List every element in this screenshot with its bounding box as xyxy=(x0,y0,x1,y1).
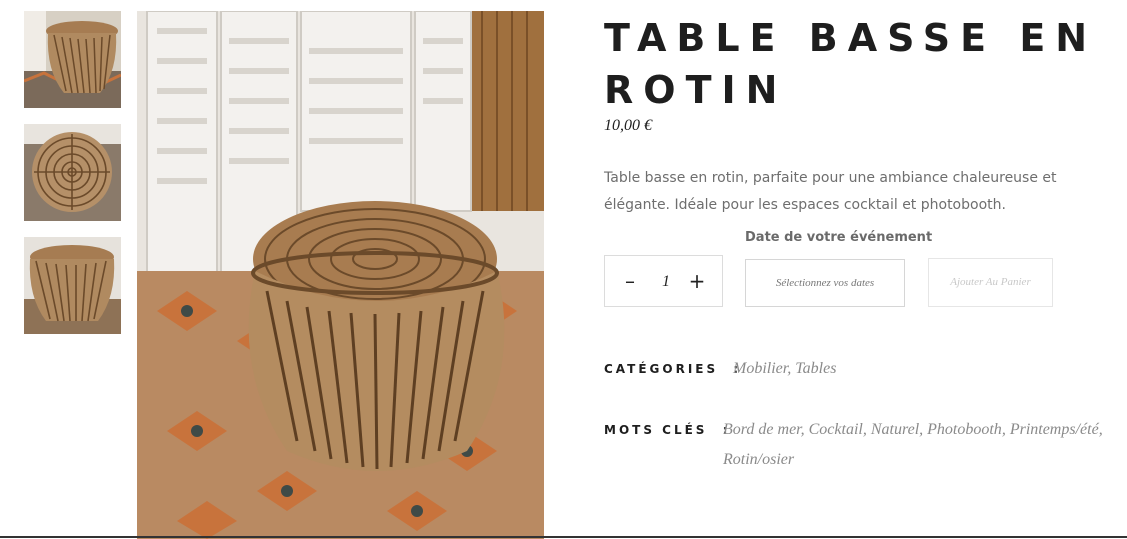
rattan-table-photo xyxy=(137,11,544,539)
quantity-plus-button[interactable]: + xyxy=(685,267,709,295)
add-to-cart-button[interactable]: Ajouter Au Panier xyxy=(928,258,1053,307)
bottom-divider xyxy=(0,536,1127,538)
tag-link-cocktail[interactable]: Cocktail xyxy=(809,421,863,438)
categories-label-text: CATÉGORIES xyxy=(604,362,719,376)
select-dates-button[interactable]: Sélectionnez vos dates xyxy=(745,259,905,307)
thumbnail-3[interactable] xyxy=(24,237,121,334)
thumbnail-2[interactable] xyxy=(24,124,121,221)
category-link-mobilier[interactable]: Mobilier xyxy=(733,360,787,377)
categories-list: Mobilier, Tables xyxy=(733,360,837,377)
quantity-stepper: – + xyxy=(604,255,723,307)
quantity-minus-button[interactable]: – xyxy=(618,267,642,295)
tag-link-rotin-osier[interactable]: Rotin/osier xyxy=(723,451,794,468)
rattan-table-top-thumbnail xyxy=(24,124,121,221)
categories-label: CATÉGORIES : xyxy=(604,362,738,376)
rattan-table-side-thumbnail xyxy=(24,11,121,108)
tag-link-naturel[interactable]: Naturel xyxy=(871,421,919,438)
product-title: TABLE BASSE EN ROTIN xyxy=(604,16,1098,112)
rattan-table-front-thumbnail xyxy=(24,237,121,334)
event-date-label: Date de votre événement xyxy=(745,230,933,245)
product-price: 10,00 € xyxy=(604,117,652,134)
tag-link-bord-de-mer[interactable]: Bord de mer xyxy=(723,421,801,438)
category-link-tables[interactable]: Tables xyxy=(795,360,836,377)
tags-label: MOTS CLÉS : xyxy=(604,423,727,437)
thumbnail-1[interactable] xyxy=(24,11,121,108)
product-main-image[interactable] xyxy=(137,11,544,539)
tag-link-photobooth[interactable]: Photobooth xyxy=(927,421,1002,438)
quantity-input[interactable] xyxy=(649,268,683,296)
tags-label-text: MOTS CLÉS xyxy=(604,423,708,437)
tags-list: Bord de mer, Cocktail, Naturel, Photoboo… xyxy=(723,421,1103,468)
tag-link-printemps-ete[interactable]: Printemps/été xyxy=(1010,421,1099,438)
product-description: Table basse en rotin, parfaite pour une … xyxy=(604,170,1057,213)
